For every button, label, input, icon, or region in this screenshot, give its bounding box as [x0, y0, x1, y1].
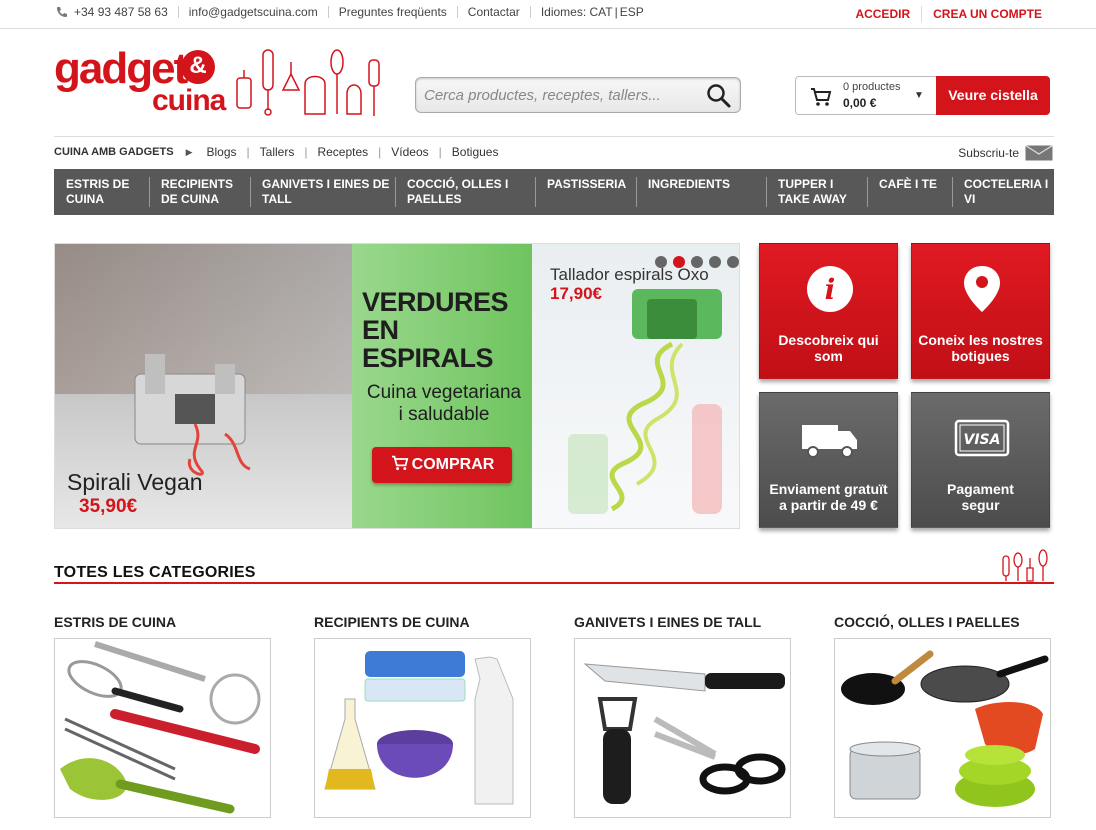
menu-cafe-i-te[interactable]: CAFÈ I TE: [867, 169, 952, 215]
spiralizer-image: [134, 354, 251, 476]
categories-divider: [54, 582, 1054, 584]
category-title[interactable]: ESTRIS DE CUINA: [54, 614, 271, 638]
nav-blogs[interactable]: Blogs: [207, 145, 237, 159]
promo-slider[interactable]: Spirali Vegan 35,90€ VERDURES EN ESPIRALS…: [54, 243, 740, 529]
slider-pagination: [655, 256, 739, 268]
subnav-divider: [54, 136, 1054, 137]
slider-dot-4[interactable]: [709, 256, 721, 268]
language-esp[interactable]: ESP: [620, 5, 644, 19]
slider-dot-3[interactable]: [691, 256, 703, 268]
top-bar: +34 93 487 58 63 info@gadgetscuina.com P…: [0, 0, 1096, 29]
secure-payment-box[interactable]: VISA Pagament segur: [911, 392, 1050, 528]
nav-videos[interactable]: Vídeos: [391, 145, 428, 159]
cart-summary[interactable]: 0 productes 0,00 € ▼: [795, 76, 936, 115]
category-card[interactable]: ESTRIS DE CUINA: [54, 614, 271, 818]
cart-icon: [391, 455, 408, 471]
nav-receptes[interactable]: Receptes: [317, 145, 368, 159]
register-link[interactable]: CREA UN COMPTE: [933, 7, 1042, 21]
cart-item-count: 0 productes: [843, 81, 901, 93]
contact-info: +34 93 487 58 63 info@gadgetscuina.com P…: [56, 5, 644, 19]
account-links: ACCEDIR CREA UN COMPTE: [855, 6, 1042, 22]
search-box: [415, 77, 741, 113]
secondary-nav-title: CUINA AMB GADGETS: [54, 146, 174, 158]
logo-word-cuina: cuina: [152, 84, 226, 117]
phone-icon: [57, 7, 67, 17]
about-us-label: Descobreix qui som: [778, 332, 879, 364]
credit-card-icon: VISA: [954, 419, 1010, 457]
category-card[interactable]: COCCIÓ, OLLES I PAELLES: [834, 614, 1051, 818]
delivery-truck-icon: [802, 425, 857, 458]
svg-text:i: i: [825, 273, 836, 306]
contact-link[interactable]: Contactar: [468, 5, 520, 19]
free-shipping-label: Enviament gratuït a partir de 49 €: [769, 481, 888, 513]
triangle-right-icon: ▶: [185, 146, 193, 157]
category-title[interactable]: COCCIÓ, OLLES I PAELLES: [834, 614, 1051, 638]
buy-button[interactable]: COMPRAR: [372, 447, 512, 483]
subscribe-link[interactable]: Subscriu-te: [958, 145, 1053, 161]
search-icon[interactable]: [706, 83, 732, 109]
logo-utensils-illustration: [236, 49, 380, 116]
language-separator: |: [614, 5, 618, 19]
free-shipping-box[interactable]: Enviament gratuït a partir de 49 €: [759, 392, 898, 528]
slide-left-product-name: Spirali Vegan: [67, 469, 203, 495]
search-input[interactable]: [424, 84, 704, 106]
svg-text:VISA: VISA: [964, 432, 1001, 448]
secure-payment-label: Pagament segur: [947, 481, 1014, 513]
slide-left-product-price: 35,90€: [79, 496, 138, 517]
slide-headline-panel: VERDURES EN ESPIRALS Cuina vegetariana i s…: [352, 244, 532, 528]
category-card[interactable]: GANIVETS I EINES DE TALL: [574, 614, 791, 818]
subscribe-label: Subscriu-te: [958, 146, 1019, 160]
slide-subheadline: Cuina vegetariana i saludable: [366, 382, 522, 425]
faq-link[interactable]: Preguntes freqüents: [339, 5, 447, 19]
category-image-ganivets[interactable]: [574, 638, 791, 818]
envelope-icon: [1025, 145, 1053, 161]
nav-botigues[interactable]: Botigues: [452, 145, 499, 159]
languages-label: Idiomes:: [540, 5, 587, 19]
info-icon: i: [807, 266, 853, 312]
slide-headline: VERDURES EN ESPIRALS: [362, 287, 509, 373]
menu-pastisseria[interactable]: PASTISSERIA: [535, 169, 636, 215]
category-image-estris[interactable]: [54, 638, 271, 818]
cart-total: 0,00 €: [843, 96, 877, 110]
slider-dot-1[interactable]: [655, 256, 667, 268]
caret-down-icon[interactable]: ▼: [914, 90, 924, 101]
slide-right-product-price: 17,90€: [550, 284, 602, 303]
category-title[interactable]: GANIVETS I EINES DE TALL: [574, 614, 791, 638]
menu-ganivets[interactable]: GANIVETS I EINES DE TALL: [250, 169, 395, 215]
slide-spirali-vegan: Spirali Vegan 35,90€: [55, 244, 352, 528]
stores-label: Coneix les nostres botigues: [918, 332, 1043, 364]
shopping-cart-icon: [811, 88, 832, 106]
slide-oxo: Tallador espirals Oxo 17,90€: [532, 244, 739, 528]
slider-dot-2[interactable]: [673, 256, 685, 268]
stores-box[interactable]: Coneix les nostres botigues: [911, 243, 1050, 379]
main-menu: ESTRIS DE CUINA RECIPIENTS DE CUINA GANIVE…: [54, 169, 1054, 215]
menu-tupper[interactable]: TUPPER I TAKE AWAY: [766, 169, 867, 215]
logo-ampersand: &: [181, 50, 215, 84]
about-us-box[interactable]: i Descobreix qui som: [759, 243, 898, 379]
site-logo[interactable]: gadgets & cuina: [54, 44, 394, 122]
menu-cocteleria[interactable]: COCTELERIA I VI: [952, 169, 1054, 215]
category-card[interactable]: RECIPIENTS DE CUINA: [314, 614, 531, 818]
oxo-spiralizer-image: [568, 289, 722, 514]
menu-recipients-de-cuina[interactable]: RECIPIENTS DE CUINA: [149, 169, 250, 215]
categories-heading: TOTES LES CATEGORIES: [54, 564, 256, 581]
secondary-nav: CUINA AMB GADGETS ▶ Blogs | Tallers | Rece…: [54, 145, 499, 159]
nav-tallers[interactable]: Tallers: [260, 145, 295, 159]
map-pin-icon: [964, 266, 1000, 312]
category-title[interactable]: RECIPIENTS DE CUINA: [314, 614, 531, 638]
category-image-coccio[interactable]: [834, 638, 1051, 818]
menu-estris-de-cuina[interactable]: ESTRIS DE CUINA: [54, 169, 149, 215]
category-image-recipients[interactable]: [314, 638, 531, 818]
utensils-icon: [1002, 549, 1048, 582]
email-link[interactable]: info@gadgetscuina.com: [189, 5, 318, 19]
view-cart-button[interactable]: Veure cistella: [936, 76, 1050, 115]
language-cat[interactable]: CAT: [590, 5, 613, 19]
phone-number: +34 93 487 58 63: [74, 5, 168, 19]
slider-dot-5[interactable]: [727, 256, 739, 268]
slide-right-product-name: Tallador espirals Oxo: [550, 265, 709, 284]
login-link[interactable]: ACCEDIR: [855, 7, 910, 21]
menu-coccio[interactable]: COCCIÓ, OLLES I PAELLES: [395, 169, 535, 215]
menu-ingredients[interactable]: INGREDIENTS: [636, 169, 766, 215]
